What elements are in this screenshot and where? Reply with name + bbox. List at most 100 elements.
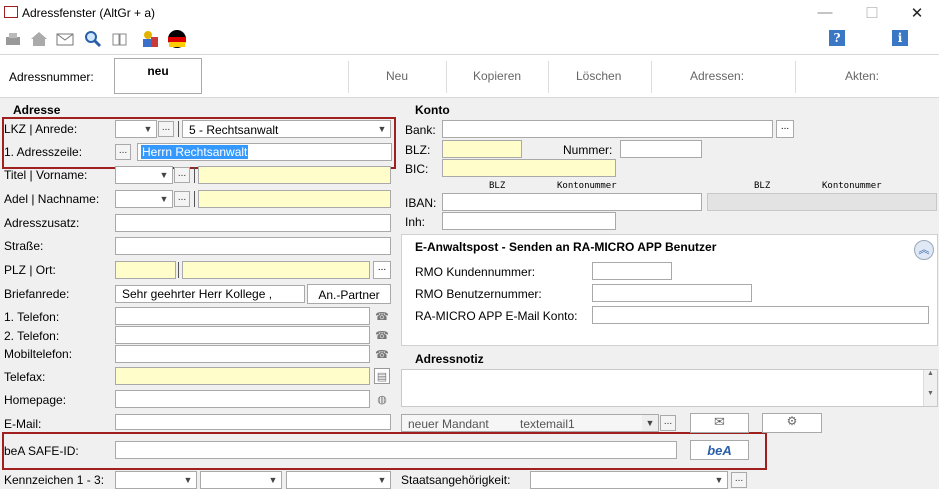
- action-bar: Adressnummer: neu Neu Kopieren Löschen A…: [0, 54, 939, 98]
- ort-more-button[interactable]: ...: [373, 261, 391, 279]
- iban-input[interactable]: [442, 193, 702, 211]
- mail-settings-button[interactable]: ⚙: [762, 413, 822, 433]
- collapse-icon[interactable]: ︽: [914, 240, 934, 260]
- vorname-input[interactable]: [198, 166, 391, 184]
- kopieren-button[interactable]: Kopieren: [473, 69, 521, 83]
- phone-icon[interactable]: ☎: [374, 327, 390, 343]
- german-flag-icon[interactable]: [166, 28, 188, 50]
- mobil-input[interactable]: [115, 345, 370, 363]
- info-button[interactable]: i: [892, 30, 908, 46]
- bic-label: BIC:: [405, 162, 429, 176]
- print-icon[interactable]: [2, 28, 24, 50]
- adel-label: Adel | Nachname:: [4, 192, 100, 206]
- homepage-input[interactable]: [115, 390, 370, 408]
- nachname-input[interactable]: [198, 190, 391, 208]
- adressnotiz-textarea[interactable]: ▲ ▼: [401, 369, 938, 407]
- adresszusatz-input[interactable]: [115, 214, 391, 232]
- scrollbar[interactable]: ▲ ▼: [923, 370, 937, 406]
- telefon2-input[interactable]: [115, 326, 370, 344]
- template-value: textemail1: [520, 417, 575, 431]
- close-icon[interactable]: ✕: [907, 4, 927, 22]
- iban-label: IBAN:: [405, 196, 437, 210]
- separator: [795, 61, 796, 93]
- staat-more-button[interactable]: ...: [731, 472, 747, 488]
- inh-input[interactable]: [442, 212, 616, 230]
- scroll-down-icon[interactable]: ▼: [924, 390, 937, 397]
- adressen-button[interactable]: Adressen:: [690, 69, 744, 83]
- mandant-dropdown[interactable]: neuer Mandant textemail1 ▼: [401, 414, 659, 432]
- lkz-label: LKZ | Anrede:: [4, 122, 78, 136]
- separator: [194, 191, 195, 207]
- email-input[interactable]: [115, 414, 391, 430]
- adel-dropdown[interactable]: ▼: [115, 190, 173, 208]
- adresszeile-more-button[interactable]: ...: [115, 144, 131, 160]
- adresszeile-value: Herrn Rechtsanwalt: [141, 145, 249, 159]
- kennzeichen3-dropdown[interactable]: ▼: [286, 471, 391, 489]
- titel-more-button[interactable]: ...: [174, 167, 190, 183]
- scroll-up-icon[interactable]: ▲: [924, 370, 937, 377]
- strasse-input[interactable]: [115, 237, 391, 255]
- col-blz: BLZ: [489, 181, 506, 191]
- minimize-icon[interactable]: —: [815, 4, 835, 21]
- envelope-icon: ✉: [714, 414, 725, 429]
- akten-button[interactable]: Akten:: [845, 69, 879, 83]
- bea-input[interactable]: [115, 441, 677, 459]
- book-icon[interactable]: [109, 28, 131, 50]
- phone-icon[interactable]: ☎: [374, 308, 390, 324]
- app-email-input[interactable]: [592, 306, 929, 324]
- nummer-input[interactable]: [620, 140, 702, 158]
- search-icon[interactable]: [82, 28, 104, 50]
- chevron-down-icon: ▼: [268, 475, 278, 485]
- telefon1-label: 1. Telefon:: [4, 310, 60, 324]
- loeschen-button[interactable]: Löschen: [576, 69, 621, 83]
- fax-icon[interactable]: ▤: [374, 368, 390, 384]
- ort-input[interactable]: [182, 261, 370, 279]
- help-button[interactable]: ?: [829, 30, 845, 46]
- anrede-value: 5 - Rechtsanwalt: [189, 123, 279, 137]
- separator: [548, 61, 549, 93]
- kunden-input[interactable]: [592, 262, 672, 280]
- anrede-dropdown[interactable]: 5 - Rechtsanwalt ▼: [182, 120, 391, 138]
- lkz-more-button[interactable]: ...: [158, 121, 174, 137]
- plz-input[interactable]: [115, 261, 176, 279]
- anpartner-button[interactable]: An.-Partner: [307, 284, 391, 304]
- briefanrede-value: Sehr geehrter Herr Kollege ,: [122, 287, 273, 301]
- eanwalt-header: E-Anwaltspost - Senden an RA-MICRO APP B…: [415, 240, 717, 254]
- adresszeile-label: 1. Adresszeile:: [4, 145, 83, 159]
- mail-icon[interactable]: [54, 28, 76, 50]
- adel-more-button[interactable]: ...: [174, 191, 190, 207]
- maximize-icon[interactable]: ☐: [862, 4, 882, 22]
- benutzer-label: RMO Benutzernummer:: [415, 287, 542, 301]
- toolbar: ? i: [0, 26, 939, 54]
- blz-input[interactable]: [442, 140, 522, 158]
- titel-label: Titel | Vorname:: [4, 168, 88, 182]
- bank-input[interactable]: [442, 120, 773, 138]
- chevron-down-icon: ▼: [159, 170, 169, 180]
- telefax-input[interactable]: [115, 367, 370, 385]
- contacts-icon[interactable]: [139, 28, 161, 50]
- titel-dropdown[interactable]: ▼: [115, 166, 173, 184]
- kennzeichen2-dropdown[interactable]: ▼: [200, 471, 282, 489]
- separator: [348, 61, 349, 93]
- bic-input[interactable]: [442, 159, 616, 177]
- staat-dropdown[interactable]: ▼: [530, 471, 728, 489]
- send-mail-button[interactable]: ✉: [690, 413, 749, 433]
- bank-more-button[interactable]: ...: [776, 120, 794, 138]
- globe-icon[interactable]: ◍: [374, 391, 390, 407]
- benutzer-input[interactable]: [592, 284, 752, 302]
- mandant-more-button[interactable]: ...: [660, 415, 676, 431]
- bank-label: Bank:: [405, 123, 436, 137]
- chevron-down-icon: ▼: [642, 415, 658, 431]
- phone-icon[interactable]: ☎: [374, 346, 390, 362]
- lkz-dropdown[interactable]: ▼: [115, 120, 157, 138]
- adressnummer-field[interactable]: neu: [114, 58, 202, 94]
- home-icon[interactable]: [28, 28, 50, 50]
- adresszeile-input[interactable]: Herrn Rechtsanwalt: [137, 143, 392, 161]
- kennzeichen1-dropdown[interactable]: ▼: [115, 471, 197, 489]
- telefon1-input[interactable]: [115, 307, 370, 325]
- bea-button[interactable]: beA: [690, 440, 749, 460]
- briefanrede-input[interactable]: Sehr geehrter Herr Kollege ,: [115, 285, 305, 303]
- neu-button[interactable]: Neu: [386, 69, 408, 83]
- adresszusatz-label: Adresszusatz:: [4, 216, 80, 230]
- kennzeichen-label: Kennzeichen 1 - 3:: [4, 473, 105, 487]
